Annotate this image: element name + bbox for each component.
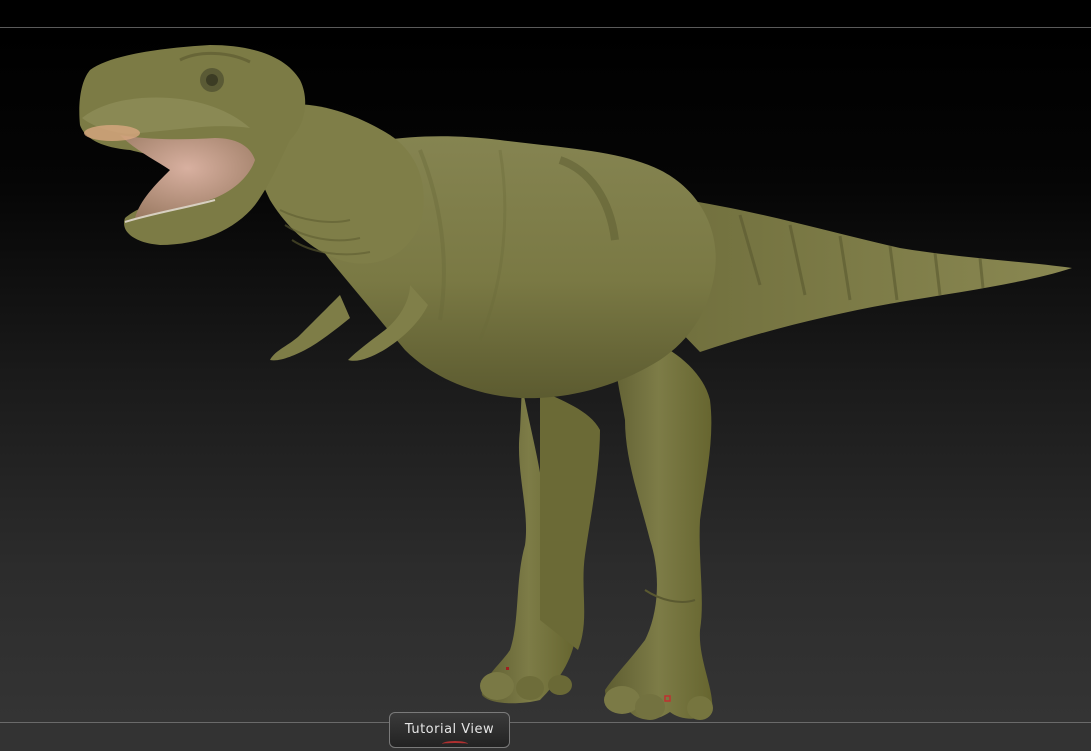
t-rex-model[interactable] — [0, 28, 1091, 722]
tutorial-active-indicator — [442, 741, 468, 747]
arm-left — [270, 295, 350, 361]
zbrush-canvas: Tutorial View — [0, 0, 1091, 751]
front-leg — [605, 330, 713, 720]
3d-viewport[interactable] — [0, 28, 1091, 722]
top-toolbar-area — [0, 0, 1091, 27]
bottom-toolbar — [0, 723, 1091, 751]
